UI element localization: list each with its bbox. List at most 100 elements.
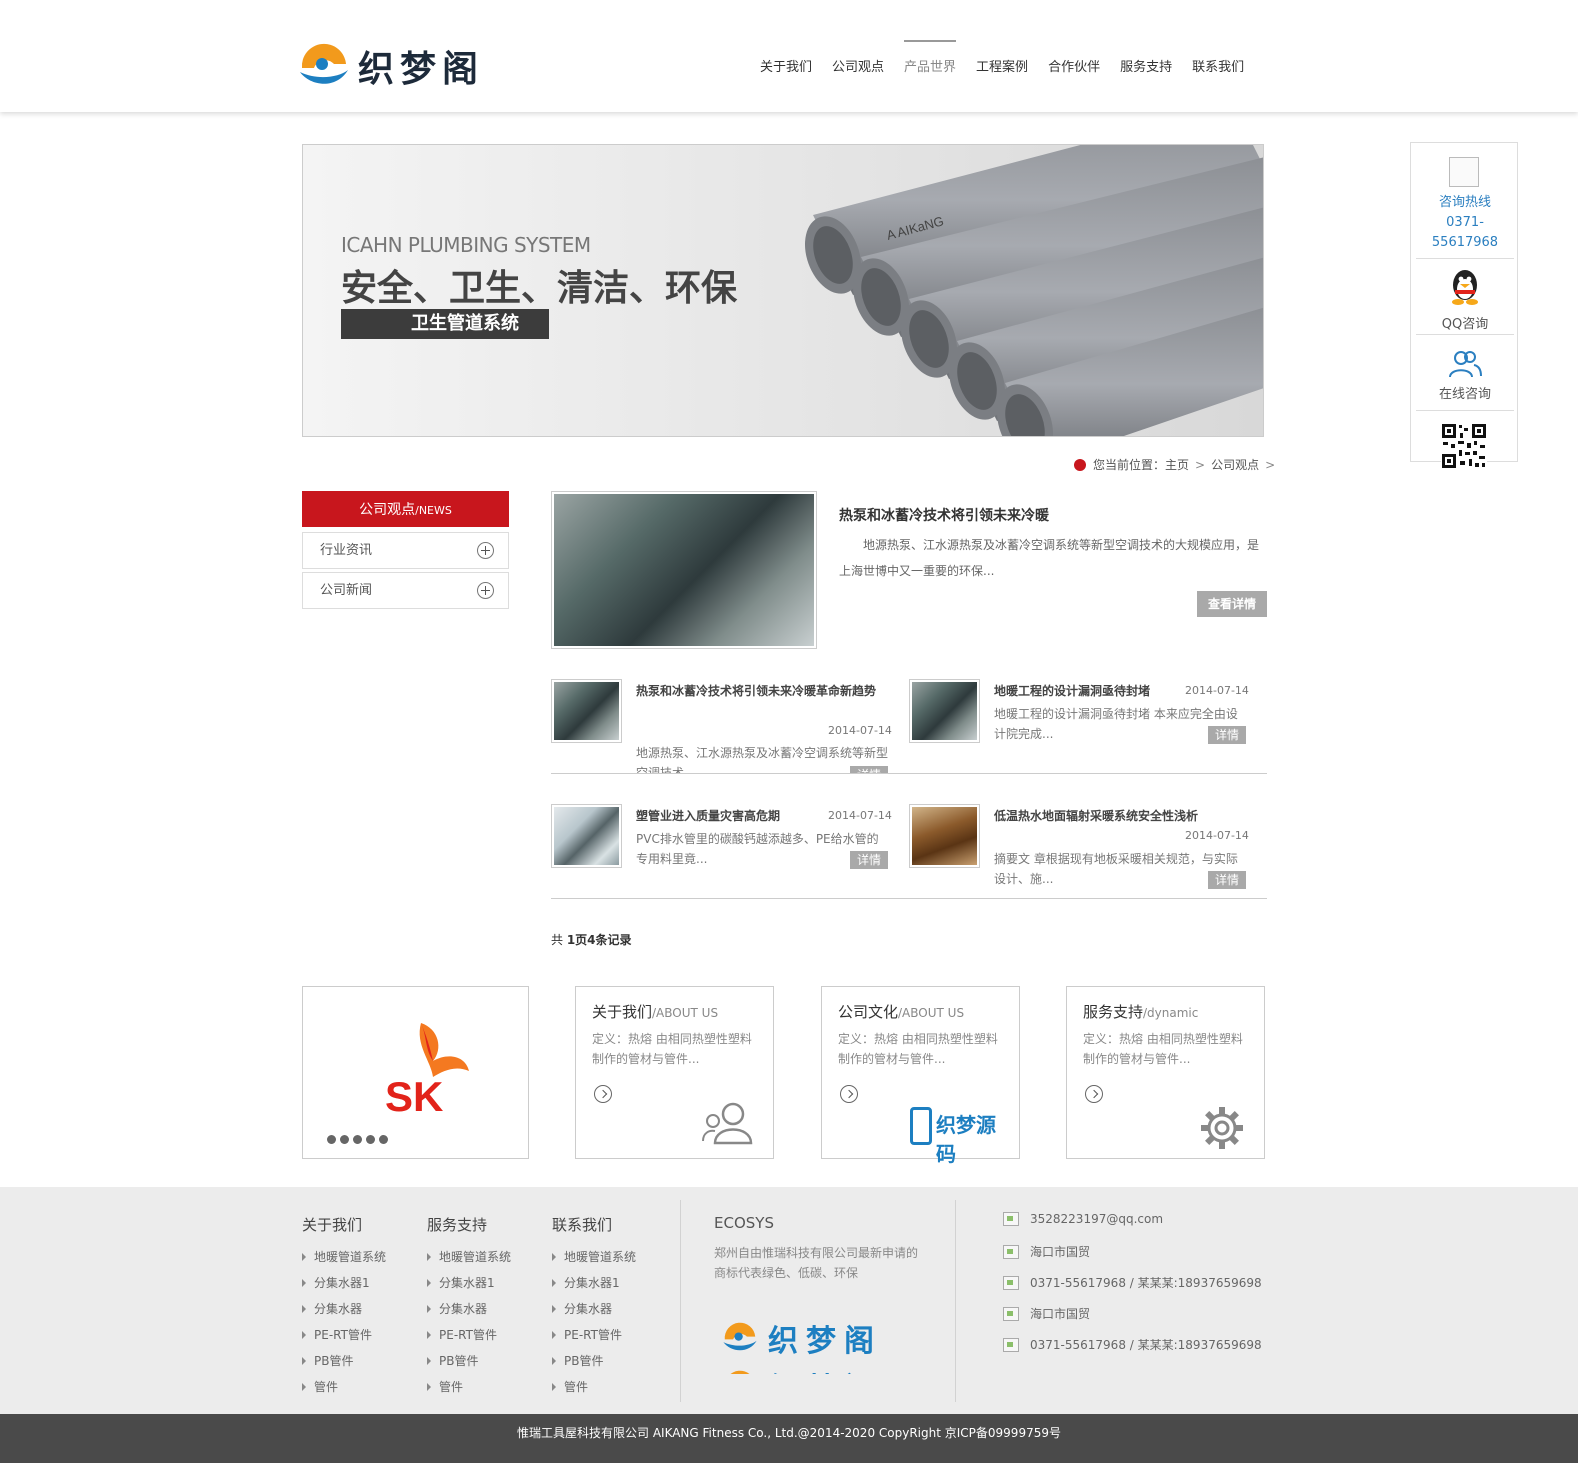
nav-contact[interactable]: 联系我们 (1192, 40, 1244, 84)
contact-phone[interactable]: 0371-55617968 / 某某某:18937659698 (1003, 1274, 1262, 1291)
mail-icon (1003, 1212, 1019, 1226)
featured-title[interactable]: 热泵和冰蓄冷技术将引领未来冷暖 (839, 505, 1049, 525)
article-thumb[interactable] (551, 679, 622, 743)
article-thumb[interactable] (551, 804, 622, 868)
ecosys-title: ECOSYS (714, 1214, 774, 1232)
article-title[interactable]: 地暖工程的设计漏洞亟待封堵 (994, 681, 1164, 701)
location-icon (1003, 1244, 1019, 1259)
featured-image[interactable] (551, 491, 817, 649)
featured-desc: 地源热泵、江水源热泵及冰蓄冷空调系统等新型空调技术的大规模应用，是上海世博中又一… (839, 538, 1260, 578)
qq-consult[interactable]: QQ咨询 (1416, 267, 1514, 332)
card-title: 关于我们/ABOUT US (592, 1001, 718, 1022)
footer-col-title: 服务支持 (427, 1216, 488, 1234)
chevron-right-icon: > (1195, 457, 1206, 472)
article-thumb[interactable] (909, 804, 980, 868)
users-icon (702, 1102, 753, 1145)
contact-address: 海口市国贸 (1003, 1305, 1090, 1322)
footer-link[interactable]: 地暖管道系统 (552, 1248, 636, 1265)
breadcrumb-current[interactable]: 公司观点 (1211, 456, 1259, 473)
floating-contact-panel: 咨询热线 0371- 55617968 QQ咨询 在线咨询 (1410, 142, 1518, 469)
category-item-industry[interactable]: 行业资讯 (302, 532, 509, 569)
article-title[interactable]: 热泵和冰蓄冷技术将引领未来冷暖革命新趋势 (636, 681, 888, 701)
footer-link[interactable]: 地暖管道系统 (427, 1248, 511, 1265)
breadcrumb: 您当前位置： 主页 > 公司观点 > (1074, 456, 1275, 473)
nav-service[interactable]: 服务支持 (1120, 40, 1172, 84)
category-item-company-news[interactable]: 公司新闻 (302, 572, 509, 609)
hotline-number-1: 0371- (1446, 215, 1484, 230)
nav-partners[interactable]: 合作伙伴 (1048, 40, 1100, 84)
logo-text: 织梦阁 (358, 48, 485, 90)
slider-dot[interactable] (366, 1135, 375, 1144)
qq-penguin-icon (1452, 270, 1478, 305)
card-about-us[interactable]: 关于我们/ABOUT US 定义：热熔 由相同热塑性塑料制作的管材与管件... (575, 986, 774, 1159)
contact-text: 0371-55617968 / 某某某:18937659698 (1030, 1338, 1262, 1352)
footer-link[interactable]: 管件 (427, 1378, 463, 1395)
online-consult[interactable]: 在线咨询 (1416, 349, 1514, 402)
footer-link[interactable]: 分集水器 (302, 1300, 362, 1317)
category-title-en: /NEWS (415, 504, 452, 517)
footer-link[interactable]: 管件 (302, 1378, 338, 1395)
nav-about[interactable]: 关于我们 (760, 40, 812, 84)
banner-cn-title: 安全、卫生、清洁、环保 (341, 267, 738, 309)
footer-link[interactable]: 分集水器 (552, 1300, 612, 1317)
card-culture[interactable]: 公司文化/ABOUT US 定义：热熔 由相同热塑性塑料制作的管材与管件... … (821, 986, 1020, 1166)
article-date: 2014-07-14 (1185, 684, 1249, 697)
logo-icon (300, 43, 348, 84)
card-desc: 定义：热熔 由相同热塑性塑料制作的管材与管件... (1083, 1032, 1243, 1066)
footer-link[interactable]: PB管件 (552, 1352, 603, 1369)
nav-cases[interactable]: 工程案例 (976, 40, 1028, 84)
plus-circle-icon[interactable] (477, 542, 494, 559)
broken-image-icon (1449, 157, 1479, 187)
contact-phone[interactable]: 0371-55617968 / 某某某:18937659698 (1003, 1336, 1262, 1353)
slider-dot[interactable] (327, 1135, 336, 1144)
copyright: 惟瑞工具屋科技有限公司 AIKANG Fitness Co., Ltd.@201… (0, 1414, 1578, 1463)
phone-icon (1003, 1275, 1019, 1290)
footer-link[interactable]: PB管件 (427, 1352, 478, 1369)
chevron-right-icon: > (1265, 457, 1276, 472)
arrow-circle-icon[interactable] (1085, 1085, 1103, 1103)
category-item-label: 行业资讯 (320, 543, 373, 558)
footer-link[interactable]: PB管件 (302, 1352, 353, 1369)
plus-circle-icon[interactable] (477, 582, 494, 599)
footer-link[interactable]: 地暖管道系统 (302, 1248, 386, 1265)
footer-link[interactable]: 分集水器1 (552, 1274, 620, 1291)
view-details-button[interactable]: 查看详情 (1197, 591, 1267, 617)
nav-views[interactable]: 公司观点 (832, 40, 884, 84)
slider-dot[interactable] (353, 1135, 362, 1144)
footer-link[interactable]: 管件 (552, 1378, 588, 1395)
card-service[interactable]: 服务支持/dynamic 定义：热熔 由相同热塑性塑料制作的管材与管件... (1066, 986, 1265, 1159)
footer-link[interactable]: PE-RT管件 (552, 1326, 622, 1343)
slider-dot[interactable] (340, 1135, 349, 1144)
qq-label: QQ咨询 (1441, 317, 1489, 332)
footer-divider (680, 1200, 681, 1402)
details-button[interactable]: 详情 (1208, 726, 1246, 744)
pagination-info: 共 1页4条记录 (551, 931, 632, 948)
category-title: 公司观点 (359, 502, 416, 518)
footer-link[interactable]: 分集水器 (427, 1300, 487, 1317)
breadcrumb-home[interactable]: 主页 (1165, 456, 1189, 473)
article-title[interactable]: 低温热水地面辐射采暖系统安全性浅析 (994, 806, 1246, 826)
card-title-cn: 关于我们 (592, 1003, 653, 1021)
footer-link[interactable]: 分集水器1 (427, 1274, 495, 1291)
main-nav: 关于我们 公司观点 产品世界 工程案例 合作伙伴 服务支持 联系我们 (760, 40, 1264, 84)
article-thumb[interactable] (909, 679, 980, 743)
footer-link[interactable]: PE-RT管件 (302, 1326, 372, 1343)
contact-email[interactable]: 3528223197@qq.com (1003, 1212, 1163, 1226)
hotline[interactable]: 咨询热线 0371- 55617968 (1416, 193, 1514, 253)
nav-products[interactable]: 产品世界 (904, 40, 957, 84)
ecosys-desc: 郑州自由惟瑞科技有限公司最新申请的商标代表绿色、低碳、环保 (714, 1246, 919, 1280)
footer-link[interactable]: 分集水器1 (302, 1274, 370, 1291)
logo-icon (723, 1322, 757, 1351)
footer-link[interactable]: PE-RT管件 (427, 1326, 497, 1343)
divider (1416, 410, 1514, 411)
site-logo[interactable]: 织梦阁 (298, 40, 484, 92)
details-button[interactable]: 详情 (850, 851, 888, 869)
partner-slider[interactable]: SK (302, 986, 529, 1159)
contact-text: 海口市国贸 (1030, 1307, 1091, 1321)
pager-count: 1页4条记录 (566, 933, 632, 947)
article-title[interactable]: 塑管业进入质量灾害高危期 (636, 806, 816, 826)
slider-dot[interactable] (379, 1135, 388, 1144)
arrow-circle-icon[interactable] (594, 1085, 612, 1103)
details-button[interactable]: 详情 (1208, 871, 1246, 889)
arrow-circle-icon[interactable] (840, 1085, 858, 1103)
